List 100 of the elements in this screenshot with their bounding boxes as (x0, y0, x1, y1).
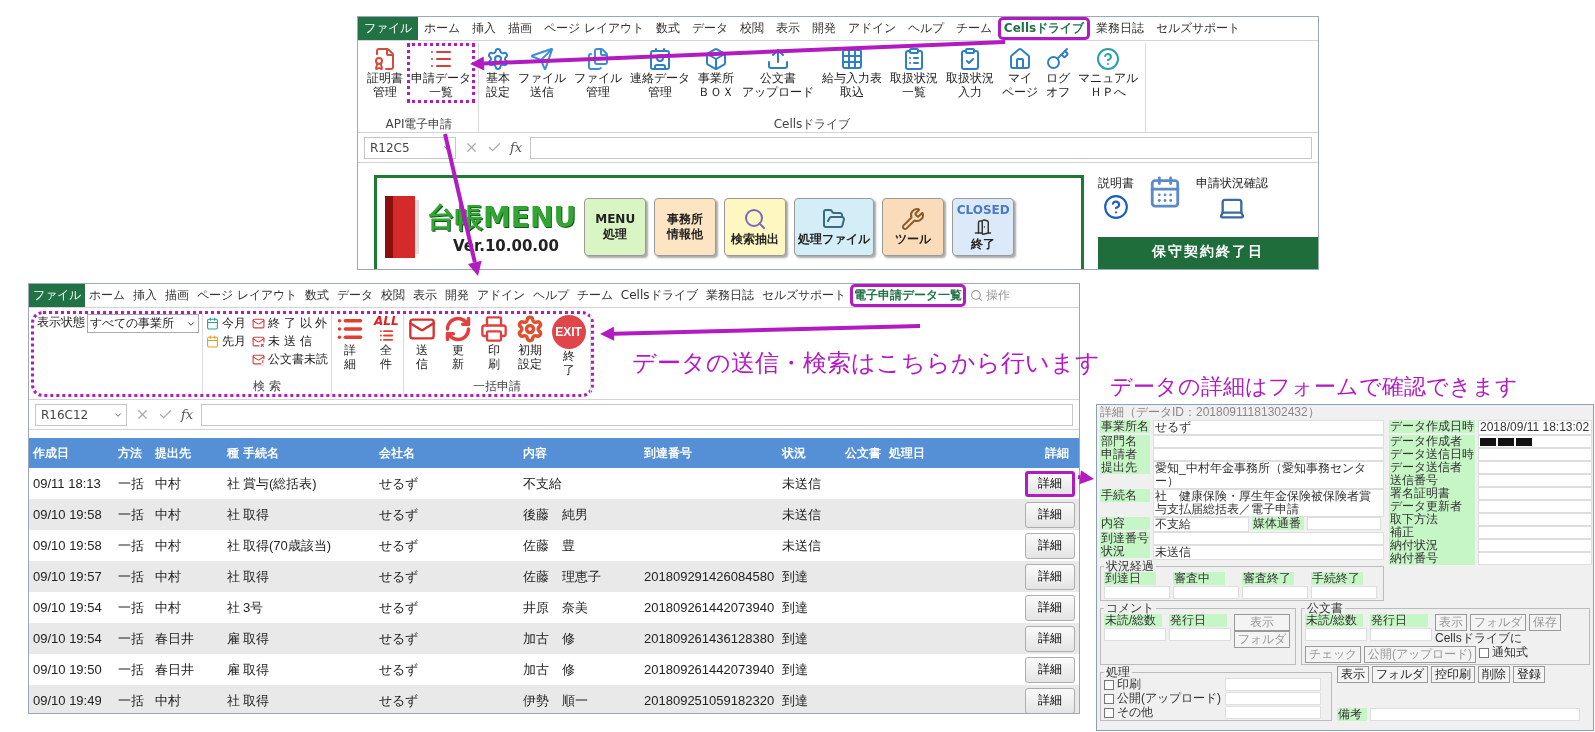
input-field: 愛知_中村年金事務所（愛知事務センター） (1153, 461, 1384, 489)
column-header: 状況 (782, 444, 807, 462)
form-button[interactable]: 表示 (1337, 666, 1369, 683)
ribbon-tab[interactable]: 電子申請データ一覧 (849, 284, 966, 307)
menu-button[interactable]: 処理ファイル (794, 197, 875, 256)
detail-button[interactable]: 詳細 (1025, 470, 1075, 497)
detail-button[interactable]: 詳細 (1025, 563, 1075, 590)
key-icon (1046, 47, 1070, 71)
redaction-mark (1498, 437, 1514, 446)
ribbon-button[interactable]: ALL 全 件 (373, 314, 400, 372)
table-cell-text: 09/10 19:58 (33, 507, 103, 522)
ribbon-button[interactable]: 詳 細 (335, 314, 365, 372)
checkbox[interactable]: 通知式 (1479, 646, 1528, 659)
ribbon-button[interactable]: 取扱状況 入力 (942, 43, 998, 103)
ribbon-button[interactable]: EXIT 終 了 (550, 314, 587, 378)
ribbon-button[interactable]: 公文書 アップロード (738, 43, 818, 103)
detail-button[interactable]: 詳細 (1025, 532, 1075, 559)
formula-field[interactable] (201, 403, 1073, 426)
form-button[interactable]: 登録 (1513, 666, 1545, 683)
menu-button[interactable]: MENU 処理 (584, 197, 647, 256)
filter-button[interactable]: 終 了 以 外 (252, 314, 328, 332)
form-button[interactable]: フォルダ (1372, 666, 1428, 683)
detail-button[interactable]: 詳細 (1025, 625, 1075, 652)
input-field: せるず (1153, 420, 1384, 435)
table-cell-text: 中村 (155, 474, 182, 493)
form-button[interactable]: 控印刷 (1431, 666, 1475, 683)
table-cell-text: 一括 (118, 660, 145, 679)
table-cell-text: 一括 (118, 567, 145, 586)
field-label: 備考 (1337, 708, 1367, 721)
ribbon-button[interactable]: マニュアル ＨＰへ (1074, 43, 1142, 103)
ribbon-button[interactable]: 基本 設定 (482, 43, 514, 103)
detail-button[interactable]: 詳細 (1025, 656, 1075, 683)
input-field (1305, 628, 1367, 641)
field-label: 媒体通番 (1252, 517, 1304, 530)
table-cell-text: 加古 修 (523, 660, 576, 679)
ribbon-tab[interactable]: ファイル (358, 17, 418, 40)
field-label: 提出先 (1100, 461, 1150, 474)
menu-button[interactable]: 事務所 情報他 (654, 197, 717, 256)
table-cell-text: 09/10 19:57 (33, 569, 103, 584)
contact-card-icon (648, 47, 672, 71)
detail-button[interactable]: 詳細 (1025, 687, 1075, 713)
calendar-icon[interactable] (1148, 175, 1182, 209)
ribbon-button[interactable]: 取扱状況 一覧 (886, 43, 942, 103)
calendar-icon (206, 334, 219, 348)
help-icon[interactable] (1103, 194, 1129, 220)
ribbon-button[interactable]: ファイル 管理 (570, 43, 626, 103)
filter-button[interactable]: 今月 (206, 314, 246, 332)
ribbon-button[interactable]: 印 刷 (478, 314, 509, 372)
house-icon (1008, 47, 1032, 71)
ribbon-button[interactable]: ログ オフ (1042, 43, 1074, 103)
ribbon-button[interactable]: 連絡データ 管理 (626, 43, 694, 103)
group-label: 検 索 (252, 379, 282, 394)
field-label: 取下方法 (1389, 513, 1475, 526)
exit-badge: EXIT (551, 315, 586, 349)
table-cell-text: せるず (379, 629, 419, 648)
filter-button[interactable]: 先月 (206, 332, 246, 350)
checkbox[interactable]: 公開(アップロード) (1104, 692, 1222, 705)
ribbon-button[interactable]: 事業所 ＢＯＸ (694, 43, 738, 103)
office-select[interactable]: すべての事業所 (87, 314, 199, 333)
ribbon-button[interactable]: 送 信 (406, 314, 437, 372)
table-cell-text: 201809291426084580 (644, 569, 776, 584)
table-cell-text: 201809261442073940 (644, 600, 776, 615)
ribbon-tab[interactable]: Cellsドライブ (997, 17, 1091, 40)
table-cell-text: 雇 (227, 629, 241, 648)
field-label: データ作成者 (1389, 435, 1475, 448)
menu-button[interactable]: ツール (882, 197, 945, 256)
ribbon-button[interactable]: ファイル 送信 (514, 43, 570, 103)
ribbon-button[interactable]: 申請データ 一覧 (407, 43, 475, 103)
name-box[interactable]: R12C5 (364, 136, 456, 159)
printer-icon (479, 315, 508, 343)
checkbox[interactable]: 印刷 (1104, 678, 1222, 691)
ribbon-tab[interactable]: ファイル (29, 284, 85, 307)
ribbon-button[interactable]: マイ ページ (998, 43, 1042, 103)
name-box[interactable]: R16C12 (35, 403, 127, 426)
formula-field[interactable] (530, 136, 1312, 159)
table-cell-text: 取得 (243, 629, 270, 648)
table-cell-text: 一括 (118, 505, 145, 524)
checkbox[interactable]: その他 (1104, 706, 1222, 719)
field-label: 申請者 (1100, 448, 1150, 461)
refresh-icon (443, 315, 472, 343)
menu-button[interactable]: 検索抽出 (724, 197, 787, 256)
table-cell-text: 社 (227, 505, 241, 524)
ribbon-button[interactable]: 更 新 (442, 314, 473, 372)
ribbon-button[interactable]: 証明書 管理 (363, 43, 407, 103)
clipboard-icon (902, 47, 926, 71)
ribbon-button[interactable]: 初期 設定 (514, 314, 545, 372)
callout-text: データの送信・検索はこちらから行います (632, 348, 1100, 379)
ribbon-button[interactable]: 給与入力表 取込 (818, 43, 886, 103)
column-header: 処理日 (889, 444, 926, 462)
detail-button[interactable]: 詳細 (1025, 594, 1075, 621)
form-button[interactable]: 削除 (1478, 666, 1510, 683)
menu-button[interactable]: CLOSED 終了 (952, 197, 1015, 256)
detail-button[interactable]: 詳細 (1025, 501, 1075, 528)
table-cell-text: 取得 (243, 567, 270, 586)
field-label: 未読/総数 (1305, 614, 1363, 627)
field-label: 補正 (1389, 526, 1475, 539)
door-icon (974, 217, 993, 236)
filter-button[interactable]: 未 送 信 (252, 332, 328, 350)
filter-button[interactable]: 公文書未読 (252, 350, 328, 368)
input-field (1311, 586, 1377, 599)
